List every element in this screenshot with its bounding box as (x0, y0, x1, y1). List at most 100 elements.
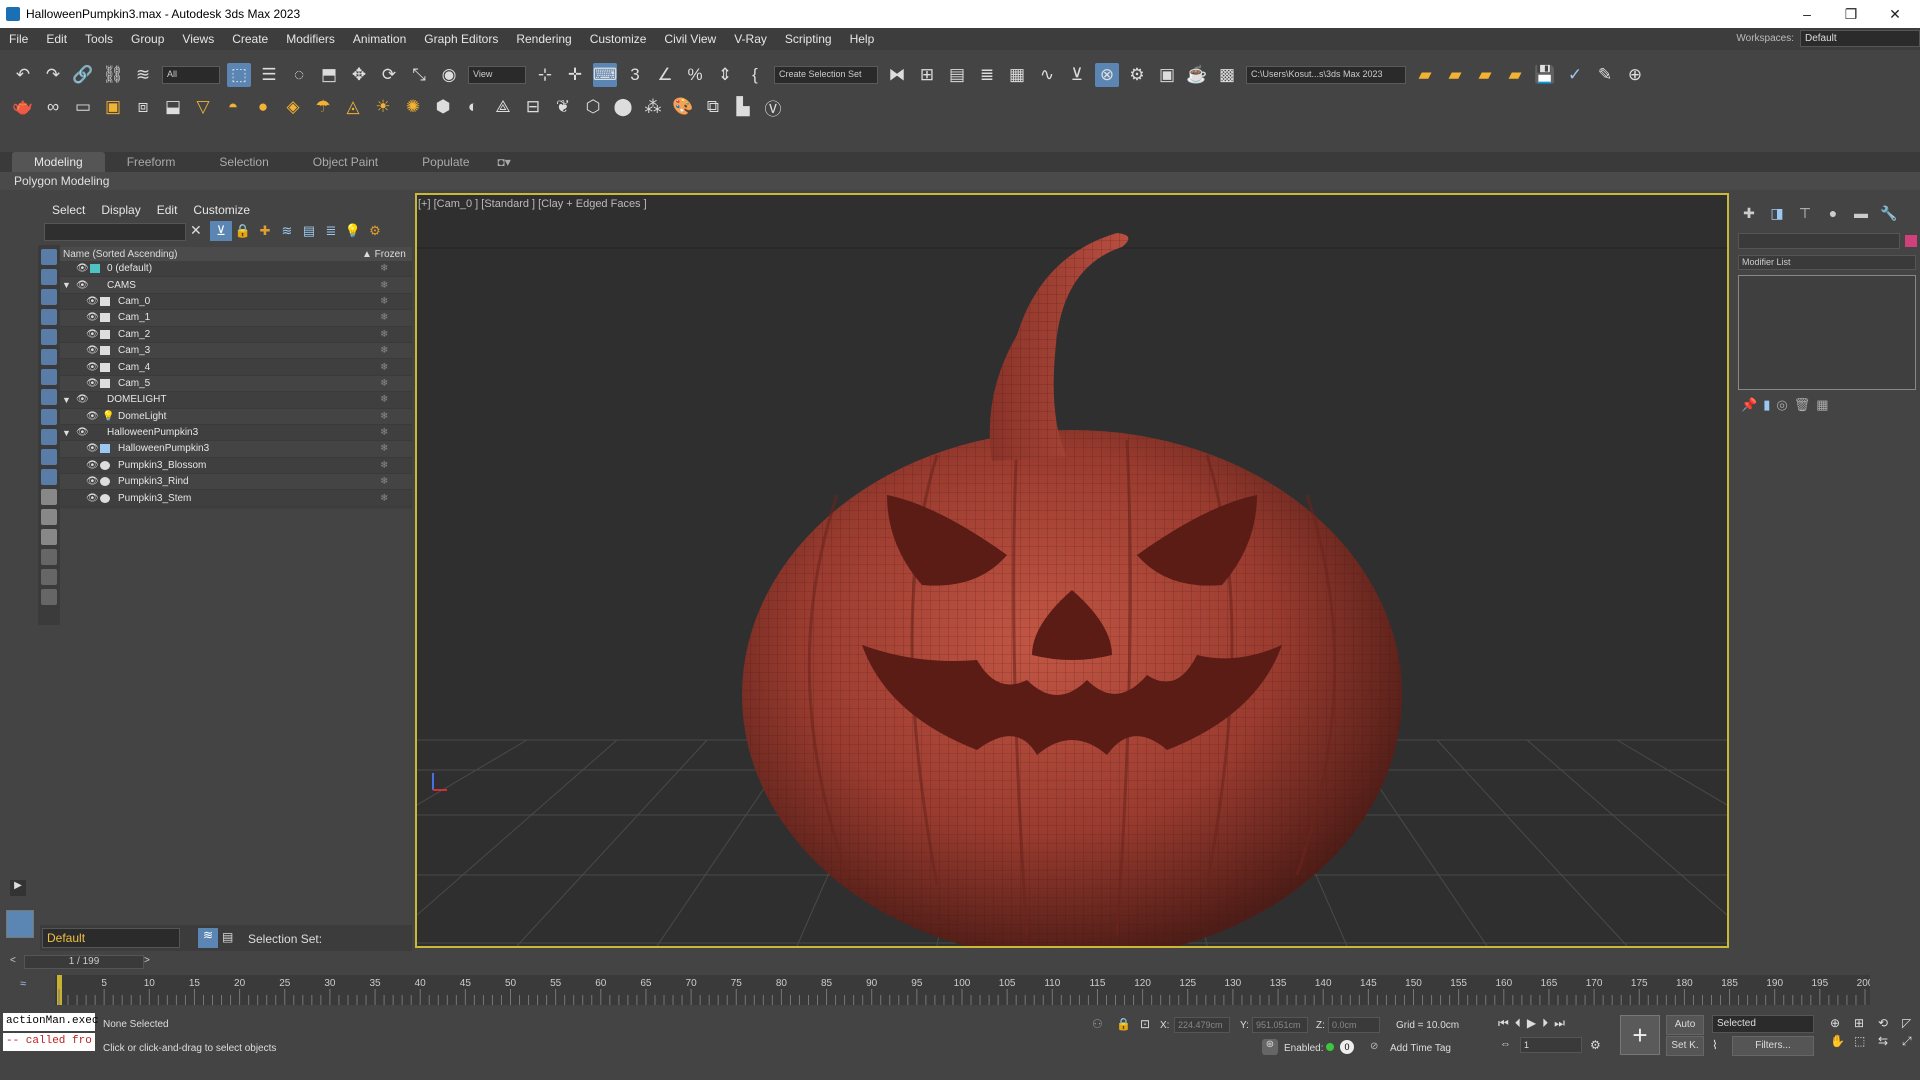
menu-create[interactable]: Create (223, 32, 277, 46)
project-icon-4[interactable]: ▰ (1503, 63, 1527, 87)
clipper-icon[interactable]: ⊟ (521, 95, 545, 119)
render-setup-icon[interactable]: ⚙ (1125, 63, 1149, 87)
bind-spacewarp-icon[interactable]: ≋ (131, 63, 155, 87)
freeze-icon[interactable]: ❄ (380, 427, 388, 438)
clear-search-icon[interactable]: ✕ (190, 222, 202, 239)
set-key-button[interactable]: Set K. (1666, 1036, 1704, 1056)
ribbon-panel-polygon-modeling[interactable]: Polygon Modeling (0, 172, 1920, 190)
menu-group[interactable]: Group (122, 32, 173, 46)
layers-icon[interactable]: ≋ (276, 221, 298, 241)
filter-down-icon[interactable] (41, 569, 57, 585)
tab-selection[interactable]: Selection (197, 152, 290, 172)
proxy-icon[interactable]: ⧈ (131, 95, 155, 119)
sun-icon[interactable]: ☀ (371, 95, 395, 119)
light-filter-icon[interactable]: 💡 (342, 221, 364, 241)
render-element-icon[interactable]: ⬡ (581, 95, 605, 119)
brush-icon-2[interactable]: ⊕ (1623, 63, 1647, 87)
outliner-row[interactable]: 👁 Cam_2 ❄ (60, 327, 412, 343)
freeze-icon[interactable]: ❄ (380, 345, 388, 356)
selection-filter-dropdown[interactable]: All (162, 66, 220, 84)
display-helpers-icon[interactable] (41, 329, 57, 345)
outliner-row[interactable]: ▼ 👁 DOMELIGHT ❄ (60, 392, 412, 409)
menu-graph-editors[interactable]: Graph Editors (415, 32, 507, 46)
tab-object-paint[interactable]: Object Paint (291, 152, 400, 172)
menu-file[interactable]: File (0, 32, 37, 46)
mini-listener-icon[interactable] (6, 910, 34, 938)
isolate-selection-icon[interactable]: ⚇ (1092, 1017, 1103, 1031)
go-to-start-icon[interactable]: ⏮ (1498, 1016, 1509, 1031)
explorer-search-input[interactable] (44, 223, 186, 241)
toggle-layer-explorer-icon[interactable]: ≣ (975, 63, 999, 87)
object-name-input[interactable] (1738, 233, 1900, 249)
add-layer-icon[interactable]: ✚ (254, 221, 276, 241)
go-to-end-icon[interactable]: ⏭ (1554, 1016, 1565, 1031)
outliner-row[interactable]: ▼ 👁 CAMS ❄ (60, 277, 412, 294)
freeze-icon[interactable]: ❄ (380, 443, 388, 454)
current-layer-dropdown[interactable]: Default (42, 928, 180, 948)
undo-icon[interactable]: ↶ (11, 63, 35, 87)
menu-customize[interactable]: Customize (581, 32, 656, 46)
object-color-swatch[interactable] (1905, 235, 1917, 247)
hierarchy-tab-icon[interactable]: ⊤ (1791, 203, 1819, 223)
material-editor-icon[interactable]: ⊗ (1095, 63, 1119, 87)
menu-views[interactable]: Views (173, 32, 223, 46)
display-geometry-icon[interactable] (41, 249, 57, 265)
walk-through-icon[interactable]: ⇆ (1878, 1034, 1898, 1049)
spinner-snap-icon[interactable]: ⇕ (713, 63, 737, 87)
visibility-eye-icon[interactable]: 👁 (76, 280, 89, 291)
adaptive-degradation-icon[interactable]: ⊛ (1262, 1039, 1278, 1055)
menu-scripting[interactable]: Scripting (776, 32, 841, 46)
grass-icon[interactable]: ❦ (551, 95, 575, 119)
freeze-icon[interactable]: ❄ (380, 378, 388, 389)
display-cameras-icon[interactable] (41, 309, 57, 325)
geometry-icon[interactable]: ⬢ (431, 95, 455, 119)
viewport-label[interactable]: [+] [Cam_0 ] [Standard ] [Clay + Edged F… (418, 198, 647, 210)
key-mode-toggle-icon[interactable]: ⌇ (1712, 1038, 1718, 1052)
box-icon[interactable]: ▭ (71, 95, 95, 119)
filter-icon[interactable]: ⊻ (210, 221, 232, 241)
render-production-icon[interactable]: ☕ (1185, 63, 1209, 87)
outliner-row[interactable]: 👁 Cam_4 ❄ (60, 359, 412, 376)
ies-light-icon[interactable]: ☂ (311, 95, 335, 119)
play-icon[interactable]: ▶ (1527, 1016, 1536, 1031)
freeze-icon[interactable]: ❄ (380, 312, 388, 323)
time-slider[interactable]: 1 / 199 (24, 955, 144, 969)
maxscript-listener-line-2[interactable]: -- called fro (3, 1033, 95, 1051)
tab-populate[interactable]: Populate (400, 152, 491, 172)
window-crossing-icon[interactable]: ⬒ (317, 63, 341, 87)
freeze-icon[interactable]: ❄ (380, 411, 388, 422)
frame-buffer-icon[interactable]: ▙ (731, 95, 755, 119)
next-frame-icon[interactable]: ⏵ (1542, 1016, 1548, 1031)
close-button[interactable]: ✕ (1874, 0, 1916, 28)
visibility-eye-icon[interactable]: 👁 (76, 394, 89, 405)
visibility-eye-icon[interactable]: 👁 (86, 411, 99, 422)
sky-icon[interactable]: ✺ (401, 95, 425, 119)
display-lights-icon[interactable] (41, 289, 57, 305)
key-mode-icon[interactable]: ⇔ (1500, 1038, 1511, 1050)
make-unique-icon[interactable]: ◎ (1776, 397, 1787, 413)
place-icon[interactable]: ◉ (437, 63, 461, 87)
absolute-mode-icon[interactable]: ⊡ (1140, 1017, 1150, 1031)
visibility-eye-icon[interactable]: 👁 (76, 263, 89, 274)
scale-icon[interactable]: ⤡ (407, 63, 431, 87)
freeze-icon[interactable]: ❄ (380, 280, 388, 291)
outliner-row[interactable]: 👁 Cam_3 ❄ (60, 342, 412, 360)
vray-icon[interactable]: Ⓥ (761, 95, 785, 119)
show-end-result-icon[interactable]: ▮ (1763, 397, 1770, 413)
visibility-eye-icon[interactable]: 👁 (86, 460, 99, 471)
check-icon[interactable]: ✓ (1563, 63, 1587, 87)
restore-button[interactable]: ❐ (1830, 0, 1872, 28)
outliner-header[interactable]: Name (Sorted Ascending) ▲ Frozen (60, 247, 412, 261)
menu-modifiers[interactable]: Modifiers (277, 32, 344, 46)
key-filter-selected-dropdown[interactable]: Selected (1712, 1015, 1814, 1033)
rendered-frame-window-icon[interactable]: ▣ (1155, 63, 1179, 87)
hierarchy-icon[interactable]: ▤ (298, 221, 320, 241)
visibility-eye-icon[interactable]: 👁 (86, 312, 99, 323)
tab-freeform[interactable]: Freeform (105, 152, 198, 172)
time-configuration-icon[interactable]: ⚙ (1590, 1038, 1601, 1052)
outliner-row[interactable]: 👁 0 (default) ❄ (60, 261, 412, 278)
selection-lock-icon[interactable]: 🔒 (1116, 1017, 1131, 1031)
container-icon[interactable]: ▣ (101, 95, 125, 119)
visibility-eye-icon[interactable]: 👁 (86, 476, 99, 487)
export-icon[interactable]: ⬓ (161, 95, 185, 119)
